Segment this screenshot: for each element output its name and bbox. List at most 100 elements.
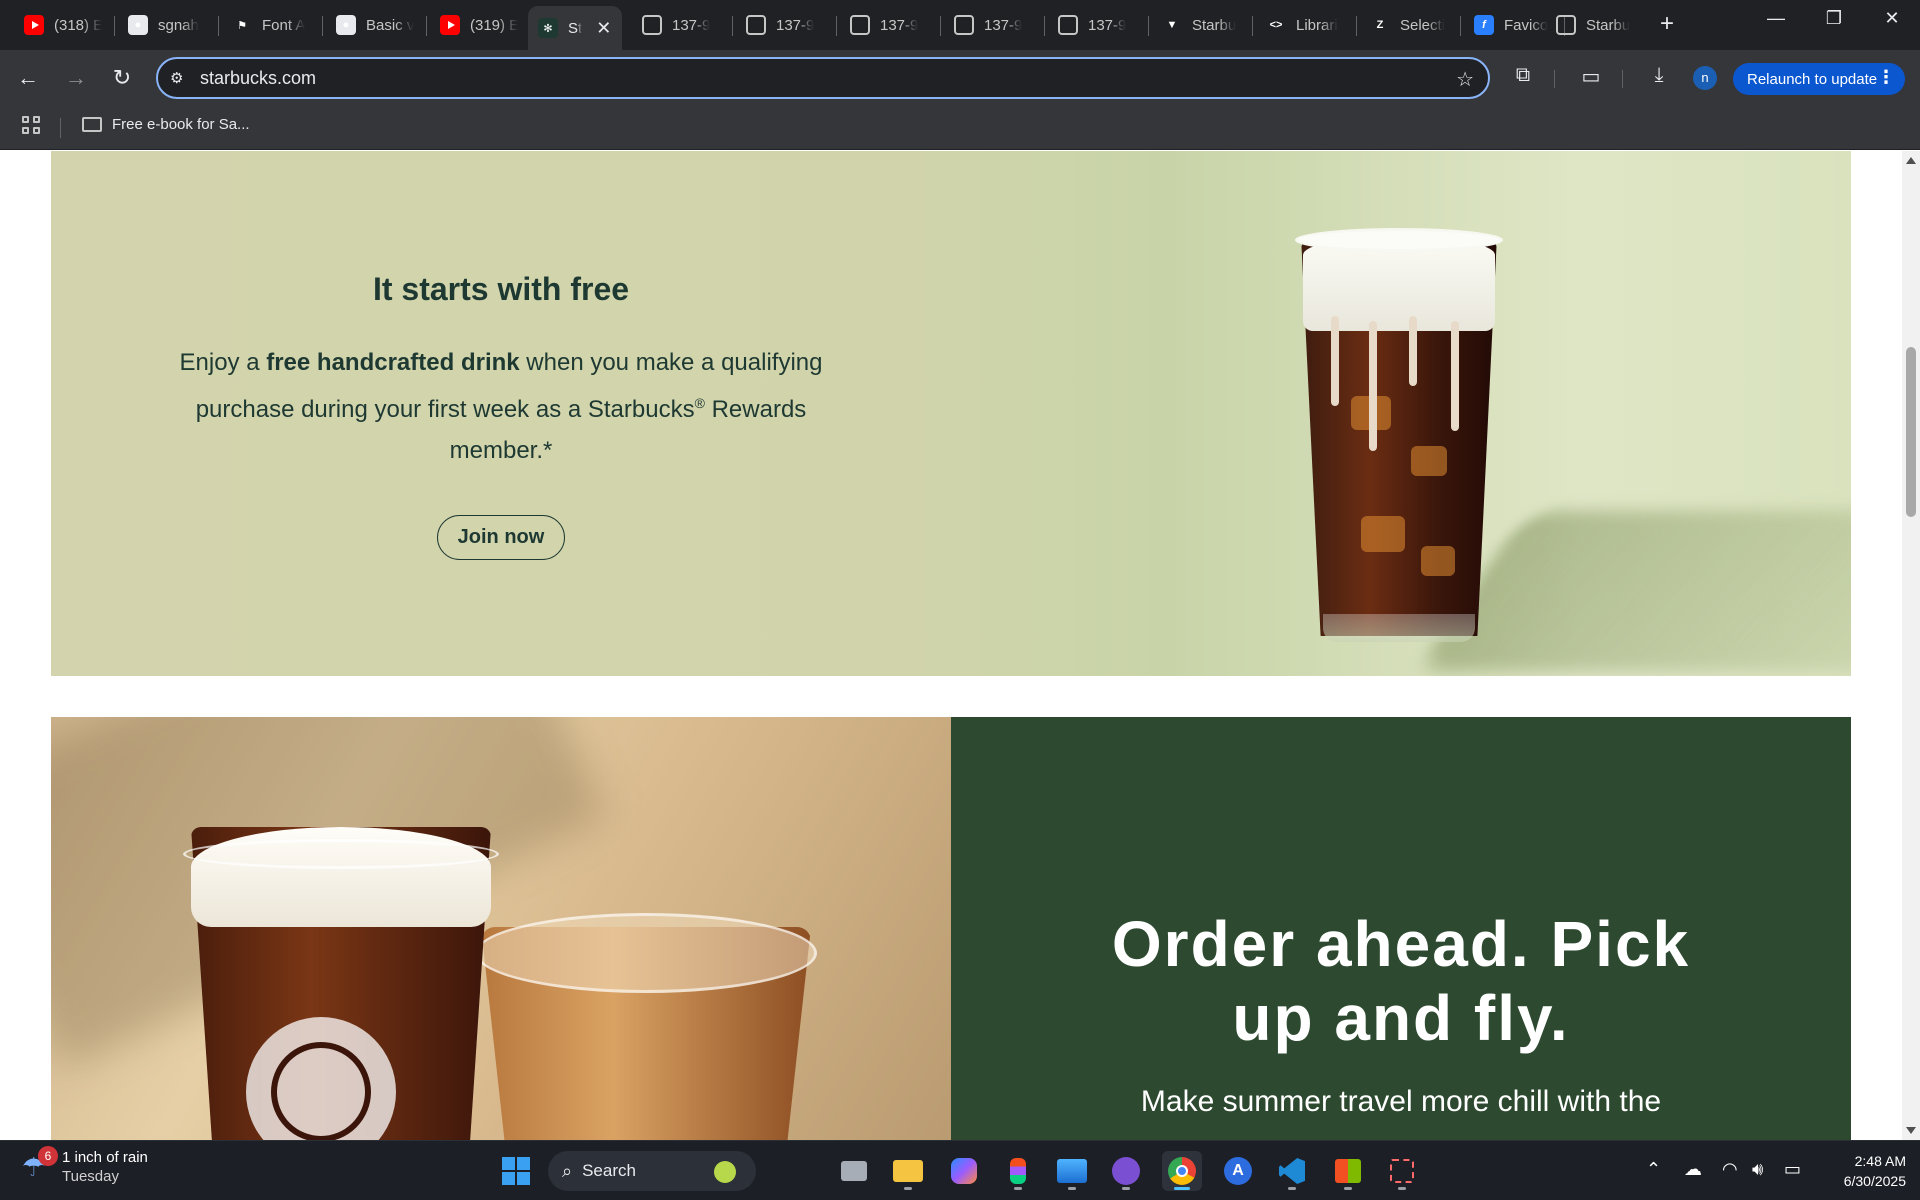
tab-youtube-318[interactable]: (318) E <box>14 8 114 42</box>
taskbar-search[interactable]: ⌕ Search <box>548 1151 756 1191</box>
show-hidden-icons-chevron[interactable]: ⌃ <box>1646 1159 1661 1180</box>
chrome-icon <box>1168 1157 1196 1185</box>
relaunch-label: Relaunch to update <box>1747 70 1878 88</box>
scrollbar-thumb[interactable] <box>1906 347 1916 517</box>
wifi-icon[interactable]: ◠ <box>1722 1159 1738 1180</box>
extensions-icon[interactable]: ⧉ <box>1508 64 1538 92</box>
clock-time: 2:48 AM <box>1854 1153 1906 1169</box>
order-ahead-panel: Order ahead. Pick up and fly. Make summe… <box>951 717 1851 1140</box>
globe-icon <box>1556 15 1576 35</box>
reload-button[interactable]: ↻ <box>108 64 136 92</box>
photos-button[interactable] <box>1052 1151 1092 1191</box>
page-scrollbar[interactable] <box>1902 151 1920 1140</box>
join-now-button[interactable]: Join now <box>436 515 566 560</box>
order-heading: Order ahead. Pick up and fly. <box>1111 908 1691 1054</box>
rewards-text: It starts with free Enjoy a free handcra… <box>151 271 851 560</box>
relaunch-button[interactable]: Relaunch to update ⋮ <box>1733 63 1905 95</box>
tab-starbucks-active[interactable]: ✻ St ✕ <box>528 6 622 50</box>
system-clock[interactable]: 2:48 AM 6/30/2025 <box>1826 1151 1906 1191</box>
globe-icon <box>850 15 870 35</box>
tab-github-basic[interactable]: ● Basic v <box>326 8 426 42</box>
zoho-icon: Z <box>1376 19 1384 31</box>
address-bar[interactable]: ⚙ starbucks.com ☆ <box>156 57 1490 99</box>
new-tab-button[interactable]: + <box>1652 10 1682 38</box>
page-viewport: It starts with free Enjoy a free handcra… <box>0 151 1902 1140</box>
task-view-icon <box>841 1161 867 1181</box>
tab-137-4[interactable]: 137-9 <box>944 8 1044 42</box>
flag-icon: ⚑ <box>237 19 247 32</box>
weather-widget[interactable]: ☂ 6 1 inch of rain Tuesday <box>22 1146 148 1185</box>
github-icon: ● <box>336 15 356 35</box>
battery-icon[interactable]: ▭ <box>1784 1159 1801 1180</box>
folder-icon <box>893 1160 923 1182</box>
globe-icon <box>1058 15 1078 35</box>
umbrella-icon: ☂ 6 <box>22 1146 58 1182</box>
bookmarks-bar: Free e-book for Sa... <box>0 106 1920 150</box>
search-highlight-icon <box>714 1161 736 1183</box>
vscode-button[interactable] <box>1272 1151 1312 1191</box>
forward-button[interactable]: → <box>62 64 90 92</box>
globe-icon <box>642 15 662 35</box>
bookmark-star-icon[interactable]: ☆ <box>1456 67 1474 92</box>
photos-icon <box>1057 1159 1087 1183</box>
task-view-button[interactable] <box>834 1151 874 1191</box>
file-explorer-button[interactable] <box>888 1151 928 1191</box>
globe-icon <box>746 15 766 35</box>
iced-coffee-image <box>1291 226 1507 646</box>
scroll-up-arrow[interactable] <box>1906 157 1916 164</box>
start-button[interactable] <box>496 1151 536 1191</box>
snipping-tool-button[interactable] <box>1382 1151 1422 1191</box>
volume-icon[interactable]: 🔊︎ <box>1752 1159 1763 1180</box>
tab-youtube-319[interactable]: (319) E <box>430 8 530 42</box>
github-desktop-button[interactable] <box>1106 1151 1146 1191</box>
letter-a-icon: A <box>1224 1157 1252 1185</box>
windows-logo-icon <box>502 1157 530 1185</box>
app-store-button[interactable]: A <box>1218 1151 1258 1191</box>
copilot-button[interactable] <box>944 1151 984 1191</box>
tab-search-icon[interactable]: ▭ <box>1576 64 1606 92</box>
iced-drinks-image <box>51 717 951 1140</box>
tab-github-sgnah[interactable]: ● sgnah <box>118 8 218 42</box>
microsoft-store-button[interactable] <box>1328 1151 1368 1191</box>
weather-day: Tuesday <box>62 1168 119 1185</box>
onedrive-icon[interactable]: ☁ <box>1684 1159 1702 1180</box>
search-label: Search <box>582 1161 636 1180</box>
tab-starbucks-vuetify[interactable]: ▼ Starbu <box>1152 8 1252 42</box>
apps-grid-icon[interactable] <box>22 116 42 136</box>
rewards-body: Enjoy a free handcrafted drink when you … <box>179 349 823 464</box>
url-text[interactable]: starbucks.com <box>200 68 316 89</box>
profile-avatar[interactable]: n <box>1693 66 1717 90</box>
bookmark-label: Free e-book for Sa... <box>112 116 250 133</box>
tab-137-5[interactable]: 137-9 <box>1048 8 1148 42</box>
starbucks-icon: ✻ <box>538 18 558 38</box>
close-window-button[interactable]: ✕ <box>1872 8 1912 29</box>
weather-condition: 1 inch of rain <box>62 1149 148 1166</box>
tab-starbucks-2[interactable]: Starbu <box>1546 8 1646 42</box>
vuetify-icon: ▼ <box>1166 19 1178 31</box>
scroll-down-arrow[interactable] <box>1906 1127 1916 1134</box>
close-tab-icon[interactable]: ✕ <box>596 18 611 39</box>
restore-button[interactable]: ❐ <box>1814 8 1854 29</box>
rewards-heading: It starts with free <box>372 271 630 307</box>
rewards-section: It starts with free Enjoy a free handcra… <box>51 151 1851 676</box>
bookmark-folder-ebook[interactable]: Free e-book for Sa... <box>82 116 250 133</box>
tab-137-3[interactable]: 137-9 <box>840 8 940 42</box>
tab-selection[interactable]: Z Selecti <box>1360 8 1460 42</box>
github-desktop-icon <box>1112 1157 1140 1185</box>
back-button[interactable]: ← <box>14 64 42 92</box>
download-icon[interactable]: ⤓ <box>1644 64 1674 92</box>
tab-137-2[interactable]: 137-9 <box>736 8 836 42</box>
folder-icon <box>82 117 102 132</box>
github-icon: ● <box>128 15 148 35</box>
figma-button[interactable] <box>998 1151 1038 1191</box>
tab-137-1[interactable]: 137-9 <box>632 8 732 42</box>
tab-libraries[interactable]: <> Librari <box>1256 8 1356 42</box>
more-menu-icon[interactable]: ⋮ <box>1877 67 1895 88</box>
order-body: Make summer travel more chill with the <box>1140 1085 1662 1118</box>
site-info-icon[interactable]: ⚙ <box>170 69 190 87</box>
browser-toolbar: ← → ↻ ⚙ starbucks.com ☆ ⧉ ▭ ⤓ n Relaunch… <box>0 50 1920 106</box>
chrome-button[interactable] <box>1162 1151 1202 1191</box>
figma-icon <box>1010 1158 1026 1184</box>
minimize-button[interactable]: — <box>1756 8 1796 29</box>
tab-font-awesome[interactable]: ⚑ Font A <box>222 8 322 42</box>
